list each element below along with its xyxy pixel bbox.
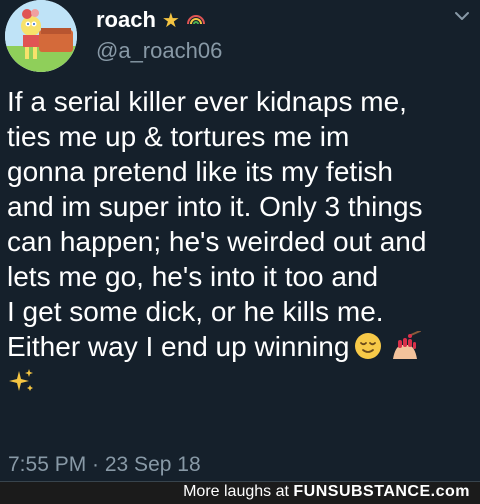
tweet-line: gonna pretend like its my fetish [7,156,393,187]
tweet-line: If a serial killer ever kidnaps me, [7,86,407,117]
tweet-line: can happen; he's weirded out and [7,226,427,257]
watermark-prefix: More laughs at [183,483,289,500]
tweet-screenshot: roach ★ @a_roach06 If a serial killer ev… [0,0,480,504]
watermark-text: More laughs at FUNSUBSTANCE.com [183,483,470,501]
display-name[interactable]: roach [96,7,156,33]
sparkles-icon [7,367,35,395]
rainbow-icon [186,10,206,30]
tweet-line: I get some dick, or he kills me. [7,296,384,327]
tweet-header: roach ★ @a_roach06 [0,0,480,80]
tweet-line: ties me up & tortures me im [7,121,350,152]
spongebob-character-avatar-icon [5,0,77,72]
tweet-timestamp[interactable]: 7:55 PM · 23 Sep 18 [8,453,201,477]
avatar[interactable] [5,0,77,72]
display-name-row: roach ★ [96,6,206,34]
star-icon: ★ [161,8,180,32]
nail-polish-icon [389,330,423,361]
tweet-body: If a serial killer ever kidnaps me, ties… [7,84,473,399]
chevron-down-icon[interactable] [452,6,472,26]
tweet-line: Either way I end up winning [7,331,350,362]
tweet-line: and im super into it. Only 3 things [7,191,423,222]
watermark-footer: More laughs at FUNSUBSTANCE.com [0,482,480,504]
user-handle[interactable]: @a_roach06 [96,38,222,64]
watermark-brand: FUNSUBSTANCE.com [293,483,470,500]
relieved-face-icon [353,331,383,361]
tweet-line: lets me go, he's into it too and [7,261,379,292]
